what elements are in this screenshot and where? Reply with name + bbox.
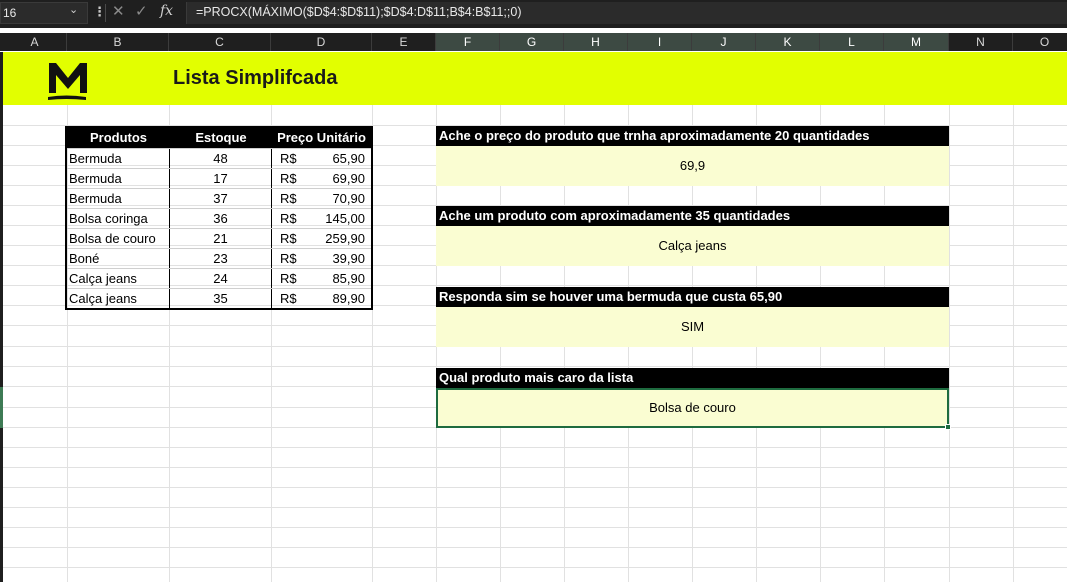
cell-preco[interactable]: R$ 65,90 <box>272 149 371 168</box>
chevron-down-icon[interactable]: ⌄ <box>69 3 78 16</box>
column-header-i[interactable]: I <box>628 33 692 51</box>
cell-estoque[interactable]: 24 <box>170 269 272 288</box>
column-header-h[interactable]: H <box>564 33 628 51</box>
price-value: 65,90 <box>332 151 365 166</box>
price-value: 89,90 <box>332 291 365 306</box>
question-text[interactable]: Qual produto mais caro da lista <box>436 368 949 388</box>
column-header-produtos[interactable]: Produtos <box>67 128 170 148</box>
cell-produto[interactable]: Bermuda <box>67 189 170 208</box>
currency-symbol: R$ <box>280 231 297 246</box>
cell-estoque[interactable]: 36 <box>170 209 272 228</box>
cell-preco[interactable]: R$ 259,90 <box>272 229 371 248</box>
column-header-e[interactable]: E <box>372 33 436 51</box>
table-header-row: Produtos Estoque Preço Unitário <box>67 128 371 148</box>
table-row: Bermuda 17 R$ 69,90 <box>67 168 371 188</box>
name-box-value: 16 <box>3 6 17 20</box>
currency-symbol: R$ <box>280 191 297 206</box>
price-value: 259,90 <box>325 231 365 246</box>
selected-row-header[interactable] <box>0 387 3 428</box>
cell-produto[interactable]: Bolsa de couro <box>67 229 170 248</box>
cell-estoque[interactable]: 21 <box>170 229 272 248</box>
cell-produto[interactable]: Bermuda <box>67 149 170 168</box>
price-value: 70,90 <box>332 191 365 206</box>
answer-cell[interactable]: Calça jeans <box>436 226 949 266</box>
column-header-d[interactable]: D <box>271 33 372 51</box>
column-header-estoque[interactable]: Estoque <box>170 128 272 148</box>
products-table: Produtos Estoque Preço Unitário Bermuda … <box>65 126 373 310</box>
question-text[interactable]: Ache um produto com aproximadamente 35 q… <box>436 206 949 226</box>
column-header-m[interactable]: M <box>884 33 949 51</box>
price-value: 39,90 <box>332 251 365 266</box>
formula-input[interactable]: =PROCX(MÁXIMO($D$4:$D$11);$D$4:D$11;B$4:… <box>186 2 1067 24</box>
active-answer-cell[interactable]: Bolsa de couro <box>436 388 949 428</box>
column-header-j[interactable]: J <box>692 33 756 51</box>
table-row: Boné 23 R$ 39,90 <box>67 248 371 268</box>
question-text[interactable]: Responda sim se houver uma bermuda que c… <box>436 287 949 307</box>
insert-function-icon[interactable]: fx <box>160 3 173 19</box>
brand-logo-icon <box>48 63 87 100</box>
column-headers: A B C D E F G H I J K L M N O <box>0 33 1067 51</box>
cell-estoque[interactable]: 48 <box>170 149 272 168</box>
row-headers[interactable] <box>0 52 3 582</box>
cell-estoque[interactable]: 35 <box>170 289 272 308</box>
table-row: Bolsa de couro 21 R$ 259,90 <box>67 228 371 248</box>
currency-symbol: R$ <box>280 211 297 226</box>
cell-produto[interactable]: Boné <box>67 249 170 268</box>
cancel-icon[interactable]: ✕ <box>112 3 125 21</box>
price-value: 69,90 <box>332 171 365 186</box>
cell-produto[interactable]: Calça jeans <box>67 289 170 308</box>
question-block: Ache um produto com aproximadamente 35 q… <box>436 206 949 266</box>
price-value: 85,90 <box>332 271 365 286</box>
question-text[interactable]: Ache o preço do produto que trnha aproxi… <box>436 126 949 146</box>
currency-symbol: R$ <box>280 291 297 306</box>
column-header-g[interactable]: G <box>500 33 564 51</box>
answer-cell[interactable]: 69,9 <box>436 146 949 186</box>
column-header-b[interactable]: B <box>67 33 169 51</box>
question-block: Responda sim se houver uma bermuda que c… <box>436 287 949 347</box>
column-header-a[interactable]: A <box>3 33 67 51</box>
table-row: Calça jeans 35 R$ 89,90 <box>67 288 371 308</box>
cell-preco[interactable]: R$ 39,90 <box>272 249 371 268</box>
cell-produto[interactable]: Bolsa coringa <box>67 209 170 228</box>
divider <box>105 4 106 22</box>
question-block: Qual produto mais caro da lista Bolsa de… <box>436 368 949 428</box>
table-row: Bermuda 48 R$ 65,90 <box>67 148 371 168</box>
column-header-c[interactable]: C <box>169 33 271 51</box>
column-header-o[interactable]: O <box>1013 33 1067 51</box>
cell-produto[interactable]: Bermuda <box>67 169 170 188</box>
fill-handle[interactable] <box>945 424 951 430</box>
table-row: Bolsa coringa 36 R$ 145,00 <box>67 208 371 228</box>
question-block: Ache o preço do produto que trnha aproxi… <box>436 126 949 186</box>
column-header-preco[interactable]: Preço Unitário <box>272 128 371 148</box>
cell-estoque[interactable]: 37 <box>170 189 272 208</box>
page-title: Lista Simplifcada <box>173 67 338 89</box>
table-row: Calça jeans 24 R$ 85,90 <box>67 268 371 288</box>
cell-preco[interactable]: R$ 89,90 <box>272 289 371 308</box>
cell-estoque[interactable]: 23 <box>170 249 272 268</box>
column-header-f[interactable]: F <box>436 33 500 51</box>
cell-preco[interactable]: R$ 69,90 <box>272 169 371 188</box>
column-header-l[interactable]: L <box>820 33 884 51</box>
column-header-n[interactable]: N <box>949 33 1013 51</box>
formula-text: =PROCX(MÁXIMO($D$4:$D$11);$D$4:D$11;B$4:… <box>196 5 522 19</box>
formula-bar: 16 ⌄ ⋮ ✕ ✓ fx =PROCX(MÁXIMO($D$4:$D$11);… <box>0 0 1067 28</box>
table-row: Bermuda 37 R$ 70,90 <box>67 188 371 208</box>
currency-symbol: R$ <box>280 271 297 286</box>
price-value: 145,00 <box>325 211 365 226</box>
cell-preco[interactable]: R$ 145,00 <box>272 209 371 228</box>
cell-estoque[interactable]: 17 <box>170 169 272 188</box>
currency-symbol: R$ <box>280 171 297 186</box>
cell-preco[interactable]: R$ 70,90 <box>272 189 371 208</box>
currency-symbol: R$ <box>280 251 297 266</box>
cell-preco[interactable]: R$ 85,90 <box>272 269 371 288</box>
title-banner <box>3 52 1067 105</box>
column-header-k[interactable]: K <box>756 33 820 51</box>
currency-symbol: R$ <box>280 151 297 166</box>
answer-cell[interactable]: SIM <box>436 307 949 347</box>
check-icon[interactable]: ✓ <box>135 3 148 21</box>
cell-produto[interactable]: Calça jeans <box>67 269 170 288</box>
